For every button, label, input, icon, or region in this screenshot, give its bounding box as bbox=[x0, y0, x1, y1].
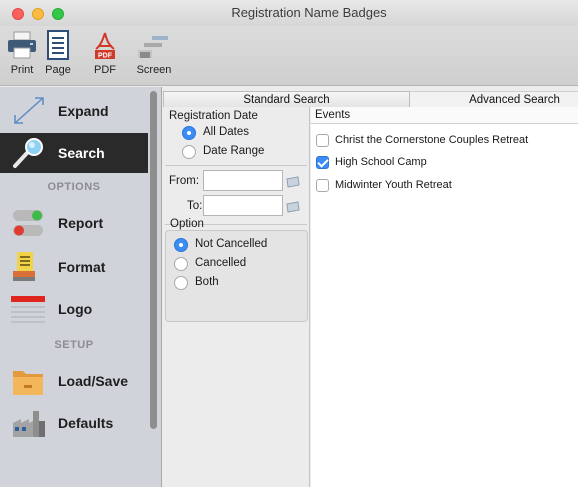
sidebar-item-defaults[interactable]: Defaults bbox=[0, 403, 148, 443]
pdf-badge: PDF bbox=[98, 53, 113, 60]
radio-indicator[interactable] bbox=[174, 257, 188, 271]
option-group: Not Cancelled Cancelled Both bbox=[165, 230, 308, 322]
factory-icon bbox=[13, 411, 45, 437]
setup-section-header: SETUP bbox=[54, 339, 94, 351]
sidebar-item-report[interactable]: Report bbox=[0, 203, 148, 243]
screen-icon bbox=[138, 36, 168, 58]
tab-advanced-search[interactable]: Advanced Search bbox=[410, 91, 578, 107]
screen-button[interactable]: Screen bbox=[134, 30, 174, 76]
calendar-icon[interactable] bbox=[286, 176, 300, 188]
print-label: Print bbox=[10, 64, 34, 76]
radio-indicator[interactable] bbox=[182, 145, 196, 159]
event-name: Midwinter Youth Retreat bbox=[335, 179, 452, 191]
sidebar-item-label: Search bbox=[58, 145, 105, 161]
folder-icon bbox=[13, 371, 43, 395]
sidebar-item-label: Format bbox=[58, 259, 106, 275]
event-checkbox[interactable] bbox=[316, 134, 329, 147]
calendar-icon[interactable] bbox=[286, 201, 300, 213]
pdf-label: PDF bbox=[94, 64, 116, 76]
toolbar: Print Page PDF PDF Screen bbox=[0, 26, 578, 86]
from-label: From: bbox=[169, 175, 200, 187]
format-icon bbox=[13, 252, 35, 281]
not-cancelled-label: Not Cancelled bbox=[195, 238, 268, 250]
radio-indicator[interactable] bbox=[174, 238, 188, 252]
from-date-input[interactable] bbox=[203, 170, 283, 191]
event-name: High School Camp bbox=[335, 156, 427, 168]
sidebar-item-logo[interactable]: Logo bbox=[0, 289, 148, 329]
magnifier-icon bbox=[13, 138, 43, 168]
event-checkbox[interactable] bbox=[316, 156, 329, 169]
cancelled-label: Cancelled bbox=[195, 257, 247, 269]
page-button[interactable]: Page bbox=[42, 30, 74, 76]
print-button[interactable]: Print bbox=[6, 30, 38, 76]
both-label: Both bbox=[195, 276, 219, 288]
title-bar: Registration Name Badges bbox=[0, 0, 578, 26]
event-checkbox[interactable] bbox=[316, 179, 329, 192]
pdf-button[interactable]: PDF PDF bbox=[92, 30, 118, 76]
events-header-label: Events bbox=[315, 109, 351, 121]
sidebar-item-loadsave[interactable]: Load/Save bbox=[0, 361, 148, 401]
pdf-icon: PDF bbox=[95, 32, 115, 60]
tab-standard-search[interactable]: Standard Search bbox=[163, 91, 410, 107]
events-header: Events bbox=[311, 107, 578, 124]
printer-icon bbox=[8, 31, 36, 59]
window-title: Registration Name Badges bbox=[231, 5, 387, 20]
to-date-input[interactable] bbox=[203, 195, 283, 216]
page-label: Page bbox=[45, 64, 71, 76]
events-list: Events Christ the Cornerstone Couples Re… bbox=[311, 107, 578, 487]
sidebar-item-label: Load/Save bbox=[58, 373, 129, 389]
sidebar-item-format[interactable]: Format bbox=[0, 247, 148, 287]
to-label: To: bbox=[187, 200, 203, 212]
sidebar-item-label: Report bbox=[58, 215, 104, 231]
options-section-header: OPTIONS bbox=[47, 181, 101, 193]
sidebar-scrollbar[interactable] bbox=[150, 91, 157, 429]
event-name: Christ the Cornerstone Couples Retreat bbox=[335, 134, 529, 146]
sidebar-item-expand[interactable]: Expand bbox=[0, 91, 148, 131]
main-panel: Standard Search Advanced Search Registra… bbox=[163, 87, 578, 487]
sidebar-item-search[interactable]: Search bbox=[0, 133, 148, 173]
sidebar-item-label: Logo bbox=[58, 301, 93, 317]
page-icon bbox=[47, 30, 69, 60]
search-tabs: Standard Search Advanced Search bbox=[163, 91, 578, 107]
radio-indicator[interactable] bbox=[174, 276, 188, 290]
radio-indicator[interactable] bbox=[182, 126, 196, 140]
screen-label: Screen bbox=[136, 64, 172, 76]
registration-date-label: Registration Date bbox=[169, 110, 258, 122]
toggle-switches-icon bbox=[13, 210, 43, 236]
divider bbox=[165, 165, 307, 166]
date-range-label: Date Range bbox=[203, 145, 265, 157]
logo-icon bbox=[11, 296, 45, 323]
sidebar-item-label: Expand bbox=[58, 103, 109, 119]
option-label: Option bbox=[170, 218, 204, 230]
sidebar: Expand Search OPTIONS Report Format Logo… bbox=[0, 87, 162, 487]
all-dates-label: All Dates bbox=[203, 126, 250, 138]
sidebar-item-label: Defaults bbox=[58, 415, 114, 431]
search-criteria-panel: Registration Date All Dates Date Range F… bbox=[163, 107, 310, 487]
expand-arrows-icon bbox=[14, 97, 44, 124]
